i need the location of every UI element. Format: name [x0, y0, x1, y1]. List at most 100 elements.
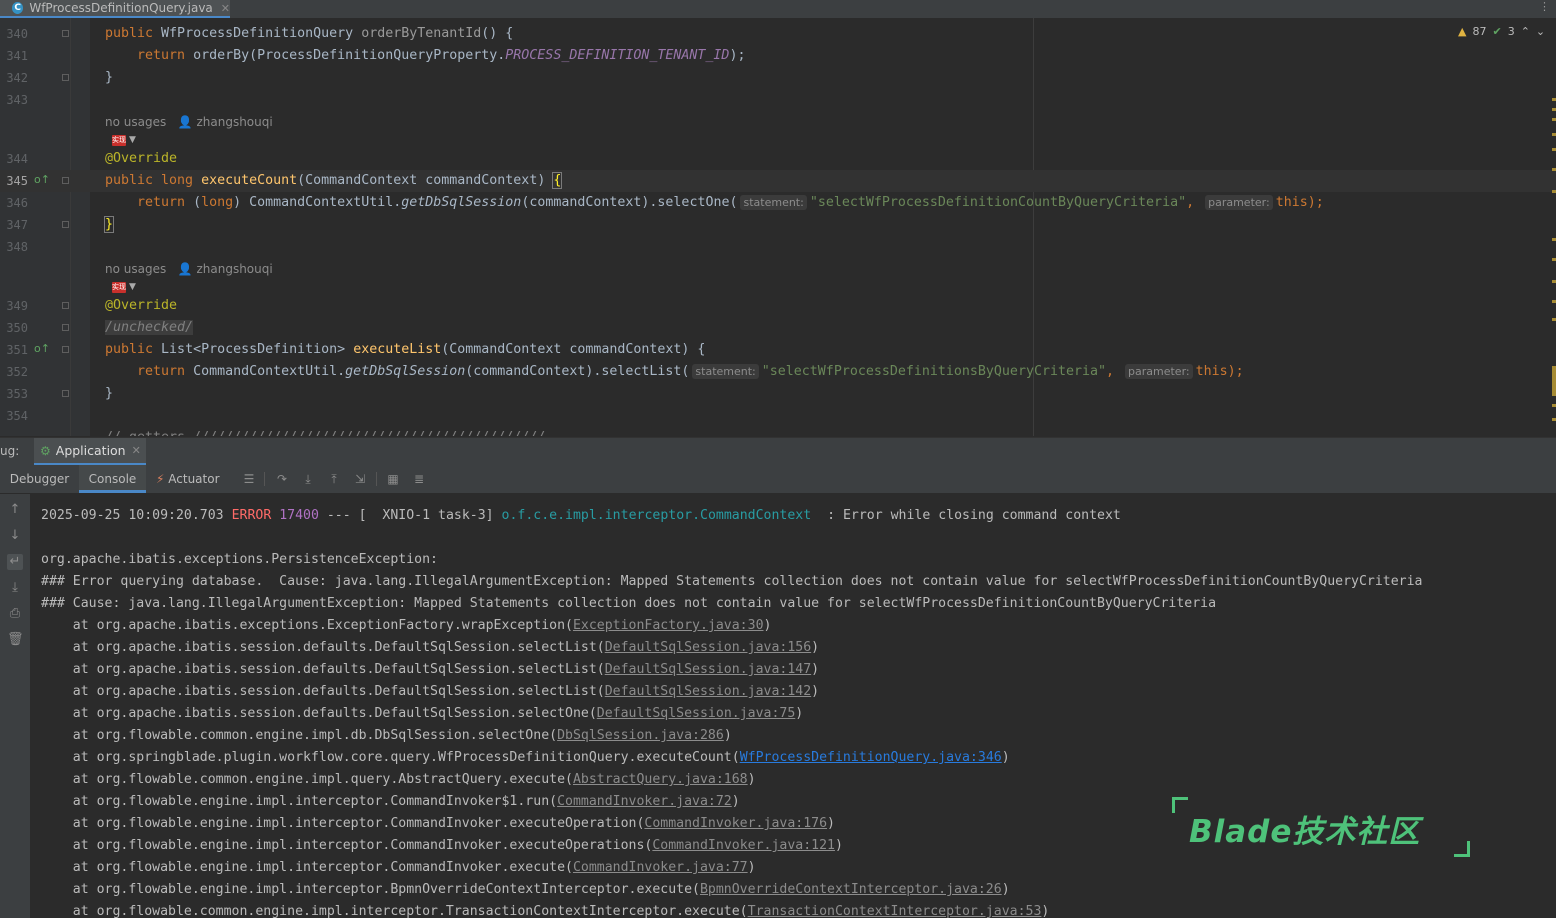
code-vision-usages[interactable]: no usages 👤 zhangshouqi	[105, 115, 273, 129]
scroll-to-end-icon[interactable]: ⤓	[7, 580, 23, 596]
close-session-icon[interactable]: ✕	[132, 444, 141, 457]
stack-frame: at org.flowable.engine.impl.interceptor.…	[41, 882, 1010, 897]
print-icon[interactable]: ⎙	[7, 606, 23, 622]
stack-frame: at org.apache.ibatis.exceptions.Exceptio…	[41, 618, 772, 633]
param-hint-statement: statement:	[740, 195, 807, 210]
source-link[interactable]: DefaultSqlSession.java:156	[605, 640, 811, 655]
step-over-icon[interactable]: ↷	[275, 472, 289, 486]
debug-session-tab-application[interactable]: ⚙ Application ✕	[34, 438, 146, 465]
stack-frame: at org.flowable.common.engine.impl.inter…	[41, 904, 1050, 918]
chevron-down-icon[interactable]: ▼	[129, 135, 136, 145]
source-link[interactable]: DbSqlSession.java:286	[557, 728, 724, 743]
source-link[interactable]: DefaultSqlSession.java:142	[605, 684, 811, 699]
debug-tool-window-header: ug: ⚙ Application ✕	[0, 437, 1556, 465]
implementation-badge-icon[interactable]: 实现	[112, 135, 126, 146]
editor-error-stripe[interactable]	[1552, 18, 1556, 436]
fold-marker-icon[interactable]	[62, 30, 69, 37]
actuator-icon: ⚡	[156, 472, 165, 486]
line-number: 347	[6, 218, 28, 232]
step-out-icon[interactable]: ⤒	[327, 472, 341, 486]
code-line: 349 @Override	[0, 295, 1556, 317]
code-text: public WfProcessDefinitionQuery orderByT…	[105, 26, 514, 41]
exception-line: ### Error querying database. Cause: java…	[41, 574, 1423, 589]
evaluate-expression-icon[interactable]: ▦	[386, 472, 400, 486]
code-line: 351 o↑ public List<ProcessDefinition> ex…	[0, 339, 1556, 361]
line-number: 353	[6, 387, 28, 401]
run-to-cursor-icon[interactable]: ⇲	[353, 472, 367, 486]
menu-icon[interactable]: ☰	[242, 472, 256, 486]
code-line: 346 return (long) CommandContextUtil.get…	[0, 192, 1556, 214]
source-link[interactable]: DefaultSqlSession.java:75	[597, 706, 796, 721]
code-text: }	[105, 386, 114, 401]
line-number: 350	[6, 321, 28, 335]
line-number: 348	[6, 240, 28, 254]
fold-marker-icon[interactable]	[62, 177, 69, 184]
overrides-method-icon[interactable]: o↑	[34, 173, 50, 186]
tab-actuator[interactable]: ⚡ Actuator	[156, 465, 236, 493]
fold-marker-icon[interactable]	[62, 74, 69, 81]
line-number: 345	[6, 174, 28, 188]
stack-frame: at org.flowable.engine.impl.interceptor.…	[41, 838, 843, 853]
down-arrow-icon[interactable]: ↓	[7, 528, 23, 544]
fold-marker-icon[interactable]	[62, 221, 69, 228]
debug-toolbar: Debugger Console ⚡ Actuator ☰ ↷ ⤓ ⤒ ⇲ ▦ …	[0, 465, 1556, 494]
more-tabs-icon[interactable]: ⋮	[1539, 0, 1550, 13]
tab-file-name: WfProcessDefinitionQuery.java	[29, 1, 213, 15]
code-text: }	[105, 70, 114, 85]
fold-marker-icon[interactable]	[62, 324, 69, 331]
trace-settings-icon[interactable]: ≣	[412, 472, 426, 486]
overrides-method-icon[interactable]: o↑	[34, 342, 50, 355]
tab-console[interactable]: Console	[79, 465, 146, 493]
source-link[interactable]: DefaultSqlSession.java:147	[605, 662, 811, 677]
source-link[interactable]: TransactionContextInterceptor.java:53	[748, 904, 1042, 918]
fold-marker-icon[interactable]	[62, 390, 69, 397]
code-text: public List<ProcessDefinition> executeLi…	[105, 342, 706, 357]
stack-frame: at org.flowable.engine.impl.interceptor.…	[41, 794, 740, 809]
code-line: 344 @Override	[0, 148, 1556, 170]
source-link[interactable]: CommandInvoker.java:72	[557, 794, 732, 809]
stack-frame: at org.flowable.common.engine.impl.query…	[41, 772, 756, 787]
fold-marker-icon[interactable]	[62, 346, 69, 353]
fold-marker-icon[interactable]	[62, 302, 69, 309]
editor-tab-wfprocessdefinitionquery[interactable]: C WfProcessDefinitionQuery.java ✕	[0, 0, 230, 18]
code-line: 354	[0, 405, 1556, 427]
soft-wrap-icon[interactable]: ↵	[7, 554, 23, 570]
source-link[interactable]: CommandInvoker.java:176	[644, 816, 827, 831]
user-icon: 👤	[177, 262, 193, 276]
param-hint-statement: statement:	[692, 364, 759, 379]
step-into-icon[interactable]: ⤓	[301, 472, 315, 486]
code-line: 343	[0, 89, 1556, 111]
implementation-badge-icon[interactable]: 实现	[112, 282, 126, 293]
code-line-current: 345 o↑ public long executeCount(CommandC…	[0, 170, 1556, 192]
line-number: 341	[6, 49, 28, 63]
param-hint-parameter: parameter:	[1205, 195, 1273, 210]
tab-debugger[interactable]: Debugger	[0, 465, 79, 493]
source-link[interactable]: WfProcessDefinitionQuery.java:346	[740, 750, 1002, 765]
trash-icon[interactable]: 🗑	[7, 632, 24, 648]
line-number: 351	[6, 343, 28, 357]
code-text: @Override	[105, 151, 178, 166]
code-text: // getters /////////////////////////////…	[105, 427, 545, 436]
console-side-toolbar: ↑ ↓ ↵ ⤓ ⎙ 🗑	[0, 494, 30, 918]
user-icon: 👤	[177, 115, 193, 129]
source-link[interactable]: BpmnOverrideContextInterceptor.java:26	[700, 882, 1002, 897]
code-vision-usages[interactable]: no usages 👤 zhangshouqi	[105, 262, 273, 276]
code-line: 341 return orderBy(ProcessDefinitionQuer…	[0, 45, 1556, 67]
code-text: /unchecked/	[105, 320, 194, 335]
debug-label: ug:	[0, 444, 20, 458]
chevron-down-icon[interactable]: ▼	[129, 282, 136, 292]
stack-frame: at org.springblade.plugin.workflow.core.…	[41, 750, 1010, 765]
stack-frame: at org.flowable.common.engine.impl.db.Db…	[41, 728, 732, 743]
close-tab-icon[interactable]: ✕	[221, 2, 230, 15]
code-editor[interactable]: ▲ 87 ✔ 3 ⌃ ⌄ 340 public WfProcessDefinit…	[0, 18, 1556, 436]
exception-line: ### Cause: java.lang.IllegalArgumentExce…	[41, 596, 1217, 611]
source-link[interactable]: CommandInvoker.java:121	[652, 838, 835, 853]
session-tab-label: Application	[55, 443, 126, 458]
code-line: 353 }	[0, 383, 1556, 405]
up-arrow-icon[interactable]: ↑	[7, 502, 23, 518]
source-link[interactable]: ExceptionFactory.java:30	[573, 618, 764, 633]
source-link[interactable]: AbstractQuery.java:168	[573, 772, 748, 787]
code-text: @Override	[105, 298, 178, 313]
line-number: 354	[6, 409, 28, 423]
source-link[interactable]: CommandInvoker.java:77	[573, 860, 748, 875]
